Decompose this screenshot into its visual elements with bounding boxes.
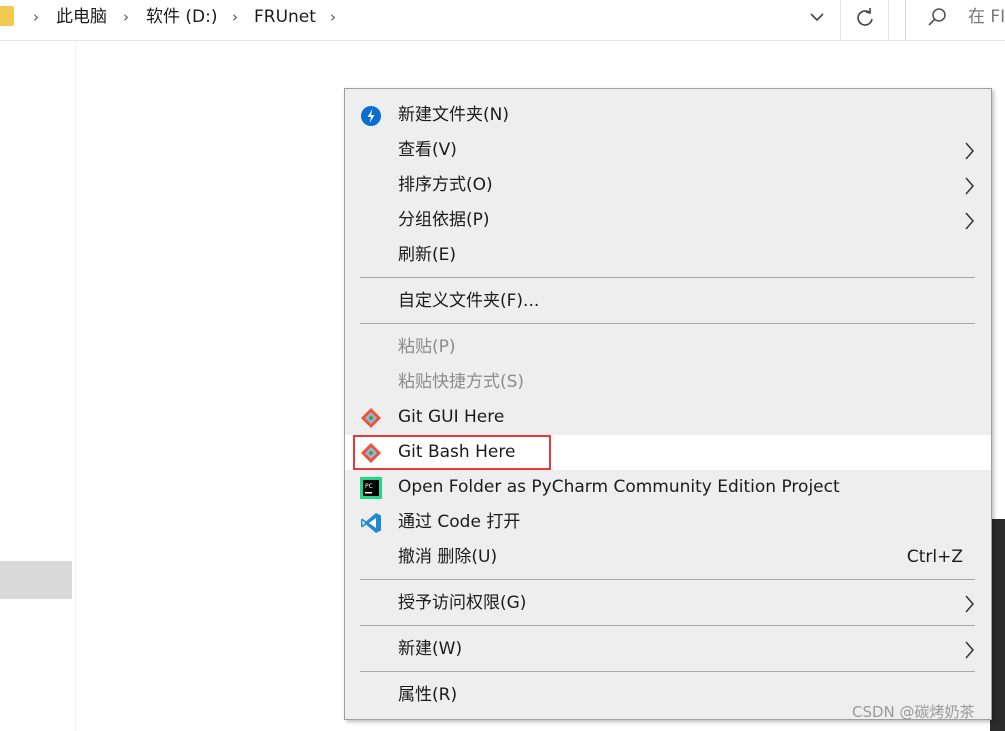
menu-item-group-by[interactable]: 分组依据(P) (345, 203, 991, 238)
menu-item-label: 撤消 删除(U) (398, 547, 498, 567)
menu-item-give-access[interactable]: 授予访问权限(G) (345, 586, 991, 621)
folder-icon (0, 6, 14, 26)
chevron-right-icon (965, 212, 974, 230)
breadcrumb-separator[interactable]: › (330, 6, 336, 28)
menu-item-git-bash-here[interactable]: Git Bash Here (345, 435, 991, 470)
menu-item-label: 授予访问权限(G) (398, 593, 527, 613)
refresh-button[interactable] (842, 0, 886, 36)
git-icon (361, 408, 381, 428)
navigation-pane-divider (75, 40, 76, 731)
svg-text:PC: PC (365, 483, 373, 490)
breadcrumb-separator[interactable]: › (123, 6, 129, 28)
git-icon (361, 443, 381, 463)
menu-item-paste-shortcut: 粘贴快捷方式(S) (345, 365, 991, 400)
breadcrumb-frunet[interactable]: FRUnet (254, 6, 316, 28)
vscode-icon (361, 513, 381, 533)
pycharm-icon: PC (360, 477, 382, 499)
menu-item-label: 查看(V) (398, 140, 457, 160)
menu-item-paste: 粘贴(P) (345, 330, 991, 365)
search-icon (928, 8, 946, 26)
menu-item-label: 属性(R) (398, 685, 458, 705)
menu-item-label: Git GUI Here (398, 407, 505, 427)
chevron-right-icon (965, 641, 974, 659)
menu-item-customize-folder[interactable]: 自定义文件夹(F)... (345, 284, 991, 319)
chevron-right-icon (965, 177, 974, 195)
chevron-down-icon (810, 13, 824, 22)
menu-item-open-pycharm[interactable]: PC Open Folder as PyCharm Community Edit… (345, 470, 991, 505)
menu-separator (360, 323, 975, 324)
menu-item-label: Git Bash Here (398, 442, 516, 462)
context-menu: 新建文件夹(N) 查看(V) 排序方式(O) 分组依据(P) 刷新(E) 自定义… (344, 88, 992, 720)
menu-item-new[interactable]: 新建(W) (345, 632, 991, 667)
menu-item-undo-delete[interactable]: 撤消 删除(U) Ctrl+Z (345, 540, 991, 575)
menu-separator (360, 625, 975, 626)
refresh-icon (857, 8, 873, 26)
menu-separator (360, 579, 975, 580)
menu-item-view[interactable]: 查看(V) (345, 133, 991, 168)
menu-separator (360, 277, 975, 278)
menu-item-label: 通过 Code 打开 (398, 512, 521, 532)
new-folder-icon (361, 106, 381, 126)
menu-item-label: 新建文件夹(N) (398, 105, 509, 125)
menu-item-label: 排序方式(O) (398, 175, 493, 195)
breadcrumb-separator[interactable]: › (33, 6, 39, 28)
menu-item-label: Open Folder as PyCharm Community Edition… (398, 477, 840, 497)
chevron-right-icon (965, 595, 974, 613)
menu-item-open-with-code[interactable]: 通过 Code 打开 (345, 505, 991, 540)
menu-item-label: 分组依据(P) (398, 210, 490, 230)
menu-item-label: 粘贴快捷方式(S) (398, 372, 525, 392)
chevron-right-icon (965, 142, 974, 160)
watermark-text: CSDN @碳烤奶茶 (852, 703, 975, 721)
menu-item-label: 刷新(E) (398, 245, 457, 265)
toolbar-divider (888, 0, 889, 40)
menu-item-sort-by[interactable]: 排序方式(O) (345, 168, 991, 203)
toolbar-divider (840, 0, 841, 40)
menu-item-git-gui-here[interactable]: Git GUI Here (345, 400, 991, 435)
menu-item-label: 自定义文件夹(F)... (398, 291, 540, 311)
menu-item-refresh[interactable]: 刷新(E) (345, 238, 991, 273)
breadcrumb-this-pc[interactable]: 此电脑 (56, 6, 107, 28)
breadcrumb-drive-d[interactable]: 软件 (D:) (146, 6, 218, 28)
menu-item-shortcut: Ctrl+Z (906, 547, 963, 567)
menu-separator (360, 671, 975, 672)
address-bar: › 此电脑 › 软件 (D:) › FRUnet › 在 FI (0, 0, 1005, 41)
navigation-pane-selected-item[interactable] (0, 561, 72, 599)
background-window-edge (990, 519, 1005, 731)
menu-item-new-folder[interactable]: 新建文件夹(N) (345, 98, 991, 133)
search-placeholder: 在 FI (968, 7, 1005, 27)
menu-item-label: 新建(W) (398, 639, 463, 659)
address-dropdown-button[interactable] (800, 0, 840, 36)
search-box[interactable]: 在 FI (905, 0, 1005, 40)
menu-item-label: 粘贴(P) (398, 337, 456, 357)
breadcrumb-separator[interactable]: › (232, 6, 238, 28)
